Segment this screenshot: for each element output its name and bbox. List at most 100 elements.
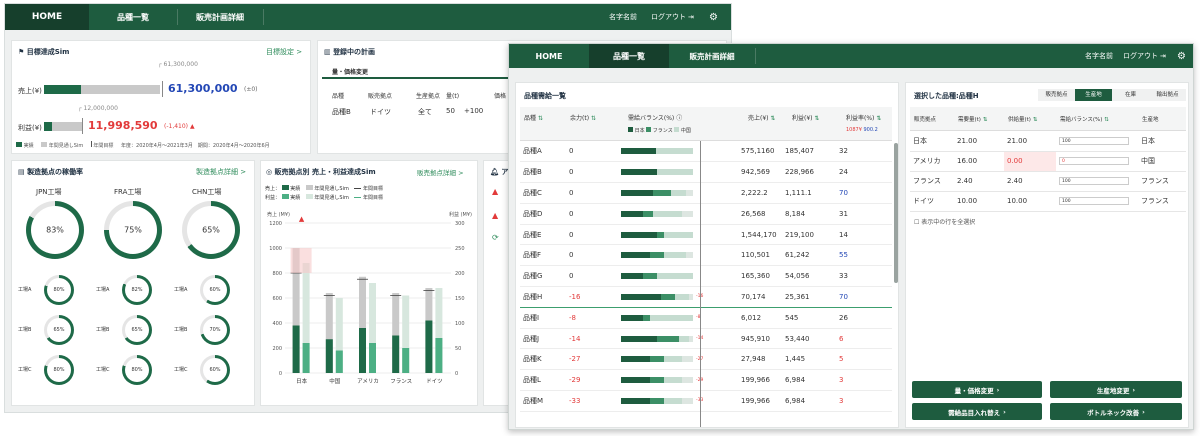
table-row[interactable]: 品種D 0 26,568 8,184 31 xyxy=(520,203,892,225)
col-supply-label: 供給量(t) xyxy=(1008,117,1031,123)
sort-icon[interactable]: ⇅ xyxy=(814,115,819,122)
tab-export[interactable]: 輸出拠点 xyxy=(1149,89,1186,101)
table-row[interactable]: 品種G 0 165,360 54,056 33 xyxy=(520,265,892,288)
col-supply[interactable]: 供給量(t) ⇅ xyxy=(1008,115,1037,123)
col-demand-label: 需要量(t) xyxy=(958,117,981,123)
tab-sales-base[interactable]: 販売拠点 xyxy=(1038,89,1075,101)
nav-home-tab[interactable]: HOME xyxy=(5,4,89,30)
y-tick-label: 1000 xyxy=(269,246,282,252)
table-row[interactable]: 品種H-16-1670,17425,36170 xyxy=(520,286,892,308)
legend-target-label: 年間目標 xyxy=(363,186,384,192)
target-setting-link[interactable]: 目標設定 > xyxy=(266,47,302,57)
logout-label: ログアウト xyxy=(651,13,686,21)
cell-profit: 1,111.1 xyxy=(782,182,836,204)
sales-target-value: ┌ 61,300,000 xyxy=(158,61,198,68)
col-profit[interactable]: 利益(¥) ⇅ xyxy=(792,113,819,122)
cell-rest: 0 xyxy=(566,244,618,267)
line-utilization-pct: 60% xyxy=(209,367,221,373)
x-tick-label: ドイツ xyxy=(426,379,443,385)
sort-icon[interactable]: ⇅ xyxy=(538,115,543,122)
bottleneck-improve-button[interactable]: ボトルネック改善 › xyxy=(1050,403,1182,420)
nav-tab-products[interactable]: 品種一覧 xyxy=(89,4,177,30)
detail-row[interactable]: フランス 2.40 2.40 100 フランス xyxy=(910,171,1186,192)
profit-actual-fill xyxy=(44,122,53,131)
cell-profit: 185,407 xyxy=(782,141,836,163)
detail-row[interactable]: 日本 21.00 21.00 100 日本 xyxy=(910,131,1186,152)
table-row[interactable]: 品種E 0 1,544,170 219,100 14 xyxy=(520,224,892,246)
list-scrollbar[interactable] xyxy=(894,143,898,283)
cell-sales: 1,544,170 xyxy=(738,224,782,246)
cell-sales: 110,501 xyxy=(738,244,782,267)
plant-name: JPN工場 xyxy=(36,188,62,196)
sort-icon[interactable]: ⇅ xyxy=(770,115,775,122)
cell-product: 品種A xyxy=(520,141,566,163)
detail-row[interactable]: ドイツ 10.00 10.00 100 フランス xyxy=(910,191,1186,212)
logout-link[interactable]: ログアウト ⇥ xyxy=(651,4,694,30)
line-utilization-ring: 80% xyxy=(122,355,152,385)
table-row[interactable]: 品種I -8 -8 6,012 545 26 xyxy=(520,307,892,329)
col-rest[interactable]: 余力(t) ⇅ xyxy=(570,113,598,122)
detail-header: 販売拠点 需要量(t) ⇅ 供給量(t) ⇅ 需給バランス(%) ⇅ 生産地 xyxy=(910,107,1186,131)
dbalance-box: 100 xyxy=(1059,177,1129,185)
plan-tab[interactable]: 量・価格変更 xyxy=(332,67,368,76)
sort-icon[interactable]: ⇅ xyxy=(1033,117,1038,123)
table-row[interactable]: 品種L-29-29199,9666,9843 xyxy=(520,369,892,392)
col-dbalance[interactable]: 需給バランス(%) ⇅ xyxy=(1060,115,1109,123)
production-change-button[interactable]: 生産地変更 › xyxy=(1050,381,1182,398)
btn-label: 需給品目入れ替え xyxy=(948,408,1001,417)
col-demand[interactable]: 需要量(t) ⇅ xyxy=(958,115,987,123)
col-rate[interactable]: 利益率(%) ⇅ xyxy=(846,113,881,122)
sales-chart-legend: 売上： 実績 年間見通しSim 年間目標 利益： 実績 年間見通しSim 年間目… xyxy=(265,185,383,203)
table-row[interactable]: 品種B 0 942,569 228,966 24 xyxy=(520,161,892,184)
tab-stock[interactable]: 在庫 xyxy=(1112,89,1149,101)
col-rate-label: 利益率(%) xyxy=(846,115,875,122)
nav-tab-products[interactable]: 品種一覧 xyxy=(589,44,669,68)
col-sales[interactable]: 売上(¥) ⇅ xyxy=(748,113,775,122)
col-profit-label: 利益(¥) xyxy=(792,115,813,122)
table-row[interactable]: 品種K-27-2727,9481,4455 xyxy=(520,348,892,371)
nav-tab-sales-plan[interactable]: 販売計画詳細 xyxy=(177,4,263,30)
select-all-row[interactable]: ☐ 表示中の行を全選択 xyxy=(914,217,975,226)
table-row[interactable]: 品種M-33-33199,9666,9843 xyxy=(520,390,892,412)
cell-sales: 2,222.2 xyxy=(738,182,782,204)
sort-icon[interactable]: ⇅ xyxy=(1104,117,1109,123)
cell-rest: -27 xyxy=(566,348,618,371)
quantity-price-change-button[interactable]: 量・価格変更 › xyxy=(912,381,1042,398)
sort-icon[interactable]: ⇅ xyxy=(983,117,988,123)
table-row[interactable]: 品種C 0 2,222.2 1,111.1 70 xyxy=(520,182,892,204)
nav-home-tab[interactable]: HOME xyxy=(509,44,589,68)
sort-icon[interactable]: ⇅ xyxy=(876,115,881,122)
chart-icon: ▥ xyxy=(324,48,334,56)
sales-detail-link[interactable]: 販売拠点詳細 > xyxy=(417,167,464,177)
cell-profit: 545 xyxy=(782,307,836,329)
col-product[interactable]: 品種 ⇅ xyxy=(524,113,543,122)
nav-tab-sales-plan[interactable]: 販売計画詳細 xyxy=(669,44,755,68)
bar-sales-actual xyxy=(425,320,433,373)
help-icon[interactable]: ⓘ xyxy=(676,115,682,122)
plan-col-base: 販売拠点 xyxy=(368,93,393,100)
factory-icon: ▤ xyxy=(18,168,28,176)
logout-link[interactable]: ログアウト ⇥ xyxy=(1123,44,1166,68)
table-row[interactable]: 品種A 0 575,1160 185,407 32 xyxy=(520,141,892,163)
y-tick-label: 800 xyxy=(272,271,282,277)
legend-fr-label: フランス xyxy=(652,128,673,134)
table-row[interactable]: 品種J-14-14945,91053,4406 xyxy=(520,328,892,350)
cell-balance: -8 xyxy=(618,307,738,329)
cell-balance: -27 xyxy=(618,348,738,371)
table-row[interactable]: 品種F 0 110,501 61,242 55 xyxy=(520,244,892,267)
col-balance[interactable]: 需給バランス(%) ⓘ xyxy=(628,113,682,122)
user-name: 名字名前 xyxy=(1085,52,1113,60)
gear-icon[interactable]: ⚙ xyxy=(1177,44,1186,68)
legend-row-sales: 売上： 実績 年間見通しSim 年間目標 xyxy=(265,185,383,194)
detail-row[interactable]: アメリカ 16.00 0.00 0 中国 xyxy=(910,151,1186,172)
swap-items-button[interactable]: 需給品目入れ替え › xyxy=(912,403,1042,420)
factory-detail-link[interactable]: 製造拠点詳細 > xyxy=(196,167,246,177)
legend-sim-label: 年間見通しSim xyxy=(48,143,84,149)
sort-icon[interactable]: ⇅ xyxy=(591,115,596,122)
cell-profit: 8,184 xyxy=(782,203,836,225)
tab-production[interactable]: 生産地 xyxy=(1075,89,1112,101)
line-utilization-pct: 82% xyxy=(131,287,143,293)
balance-bar xyxy=(621,169,693,176)
gear-icon[interactable]: ⚙ xyxy=(709,4,718,30)
cell-rate: 32 xyxy=(836,141,892,163)
